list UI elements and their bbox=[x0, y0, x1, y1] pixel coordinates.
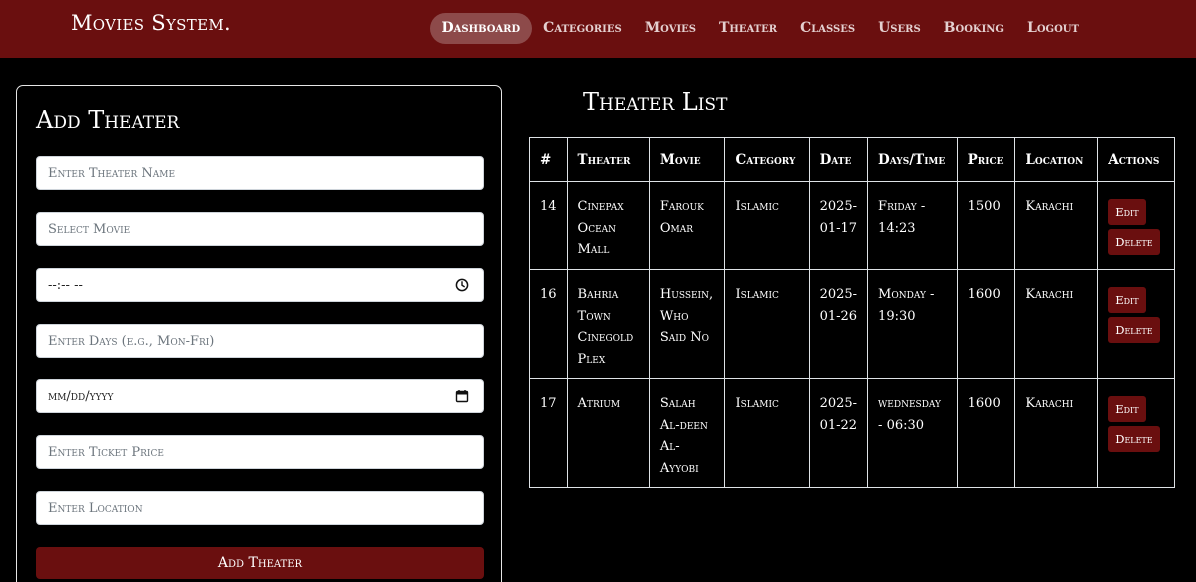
navbar: Movies System. Dashboard Categories Movi… bbox=[0, 0, 1196, 58]
cell-movie: Salah Al-deen Al-Ayyobi bbox=[648, 378, 726, 488]
calendar-icon[interactable] bbox=[455, 389, 469, 403]
date-input[interactable]: mm/dd/yyyy bbox=[36, 379, 484, 413]
cell-days-time: Friday - 14:23 bbox=[867, 181, 958, 270]
form-title: Add Theater bbox=[36, 106, 180, 134]
time-input[interactable]: --:-- -- bbox=[36, 268, 484, 302]
cell-date: 2025-01-17 bbox=[808, 181, 869, 270]
cell-category: Islamic bbox=[724, 181, 810, 270]
cell-category: Islamic bbox=[724, 269, 810, 379]
cell-actions: Edit Delete bbox=[1097, 269, 1175, 379]
delete-button[interactable]: Delete bbox=[1108, 426, 1160, 452]
nav-movies[interactable]: Movies bbox=[633, 13, 707, 44]
cell-price: 1600 bbox=[956, 269, 1016, 379]
col-header-date: Date bbox=[808, 137, 869, 182]
location-input[interactable]: Enter Location bbox=[36, 491, 484, 525]
nav-categories[interactable]: Categories bbox=[532, 13, 634, 44]
nav-dashboard[interactable]: Dashboard bbox=[430, 13, 532, 44]
nav-menu: Dashboard Categories Movies Theater Clas… bbox=[430, 13, 1090, 44]
col-header-theater: Theater bbox=[566, 137, 650, 182]
add-theater-form: Add Theater Enter Theater Name Select Mo… bbox=[16, 85, 502, 582]
cell-price: 1600 bbox=[956, 378, 1016, 488]
theater-name-placeholder: Enter Theater Name bbox=[48, 165, 176, 181]
cell-id: 14 bbox=[529, 181, 568, 270]
movie-select-placeholder: Select Movie bbox=[48, 221, 131, 237]
cell-category: Islamic bbox=[724, 378, 810, 488]
nav-booking[interactable]: Booking bbox=[932, 13, 1015, 44]
col-header-movie: Movie bbox=[648, 137, 726, 182]
add-theater-button[interactable]: Add Theater bbox=[36, 547, 484, 579]
ticket-price-input[interactable]: Enter Ticket Price bbox=[36, 435, 484, 469]
table-row: 17 Atrium Salah Al-deen Al-Ayyobi Islami… bbox=[529, 378, 1175, 488]
cell-location: Karachi bbox=[1014, 181, 1099, 270]
delete-button[interactable]: Delete bbox=[1108, 317, 1160, 343]
days-input-placeholder: Enter Days (e.g., Mon-Fri) bbox=[48, 333, 215, 349]
cell-location: Karachi bbox=[1014, 378, 1099, 488]
cell-location: Karachi bbox=[1014, 269, 1099, 379]
location-placeholder: Enter Location bbox=[48, 500, 143, 516]
time-input-value: --:-- -- bbox=[48, 277, 83, 293]
cell-id: 16 bbox=[529, 269, 568, 379]
movie-select[interactable]: Select Movie bbox=[36, 212, 484, 246]
table-row: 16 Bahria Town Cinegold Plex Hussein, Wh… bbox=[529, 269, 1175, 379]
col-header-price: Price bbox=[956, 137, 1016, 182]
col-header-id: # bbox=[529, 137, 568, 182]
cell-actions: Edit Delete bbox=[1097, 378, 1175, 488]
theater-table: # Theater Movie Category Date Days/Time … bbox=[529, 137, 1175, 488]
nav-classes[interactable]: Classes bbox=[789, 13, 867, 44]
edit-button[interactable]: Edit bbox=[1108, 199, 1146, 225]
theater-list-title: Theater List bbox=[583, 88, 728, 116]
cell-date: 2025-01-22 bbox=[808, 378, 869, 488]
cell-actions: Edit Delete bbox=[1097, 181, 1175, 270]
cell-id: 17 bbox=[529, 378, 568, 488]
edit-button[interactable]: Edit bbox=[1108, 287, 1146, 313]
delete-button[interactable]: Delete bbox=[1108, 229, 1160, 255]
clock-icon[interactable] bbox=[455, 278, 469, 292]
cell-theater: Bahria Town Cinegold Plex bbox=[566, 269, 650, 379]
col-header-category: Category bbox=[724, 137, 810, 182]
nav-users[interactable]: Users bbox=[867, 13, 933, 44]
days-input[interactable]: Enter Days (e.g., Mon-Fri) bbox=[36, 324, 484, 358]
cell-movie: Hussein, Who Said No bbox=[648, 269, 726, 379]
brand-logo[interactable]: Movies System. bbox=[71, 11, 231, 35]
theater-name-input[interactable]: Enter Theater Name bbox=[36, 156, 484, 190]
ticket-price-placeholder: Enter Ticket Price bbox=[48, 444, 164, 460]
cell-theater: Atrium bbox=[566, 378, 650, 488]
nav-theater[interactable]: Theater bbox=[708, 13, 789, 44]
table-header-row: # Theater Movie Category Date Days/Time … bbox=[529, 137, 1175, 182]
date-input-value: mm/dd/yyyy bbox=[48, 388, 114, 404]
cell-movie: Farouk Omar bbox=[648, 181, 726, 270]
cell-price: 1500 bbox=[956, 181, 1016, 270]
cell-date: 2025-01-26 bbox=[808, 269, 869, 379]
cell-theater: Cinepax Ocean Mall bbox=[566, 181, 650, 270]
cell-days-time: Monday - 19:30 bbox=[867, 269, 958, 379]
table-row: 14 Cinepax Ocean Mall Farouk Omar Islami… bbox=[529, 181, 1175, 270]
col-header-days-time: Days/Time bbox=[867, 137, 958, 182]
col-header-location: Location bbox=[1014, 137, 1099, 182]
col-header-actions: Actions bbox=[1097, 137, 1175, 182]
cell-days-time: wednesday - 06:30 bbox=[867, 378, 958, 488]
edit-button[interactable]: Edit bbox=[1108, 396, 1146, 422]
nav-logout[interactable]: Logout bbox=[1015, 13, 1090, 44]
